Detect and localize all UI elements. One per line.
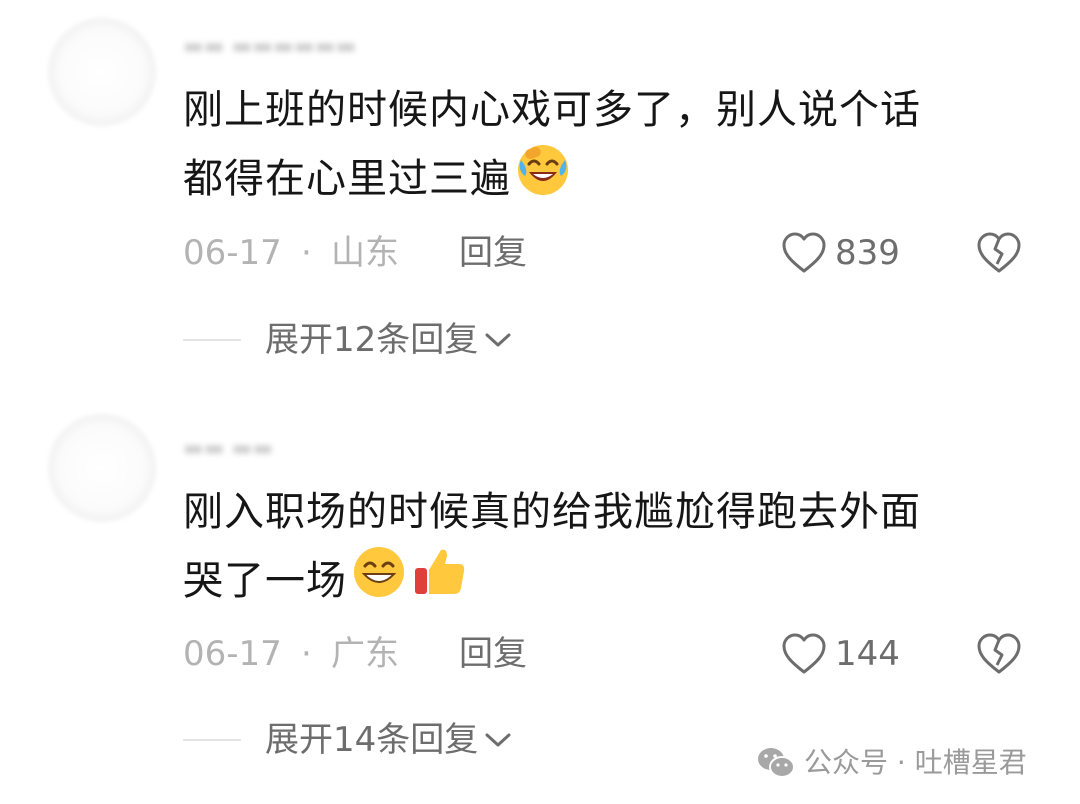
expand-replies-label: 展开14条回复 [265,720,479,760]
username-blurred[interactable]: ▬▬ ▬▬▬▬▬▬ [183,34,433,58]
like-count: 839 [835,233,900,273]
comment-text-line2: 都得在心里过三遍 [183,142,1013,217]
thumbs-up-emoji [411,544,467,619]
comment-text-line1: 刚上班的时候内心戏可多了，别人说个话 [183,87,921,133]
comment-text-line1: 刚入职场的时候真的给我尴尬得跑去外面 [183,489,921,535]
watermark: 公众号 · 吐槽星君 [756,741,1076,785]
wechat-icon [756,745,796,788]
expand-replies-button[interactable]: 展开12条回复 [265,318,512,362]
username-blurred[interactable]: ▬▬ ▬▬ [183,436,433,460]
heart-icon [781,632,827,685]
reply-button[interactable]: 回复 [459,231,527,275]
reply-button[interactable]: 回复 [459,632,527,676]
comment-text: 刚上班的时候内心戏可多了，别人说个话 都得在心里过三遍 [183,78,1013,217]
expand-replies-label: 展开12条回复 [265,320,479,360]
expand-replies-row: 展开14条回复 [183,718,603,762]
meta-separator: · [301,233,312,273]
broken-heart-icon[interactable] [976,231,1022,284]
expand-replies-row: 展开12条回复 [183,318,603,362]
comment-location: 广东 [331,634,399,674]
chevron-down-icon [485,333,511,347]
comment-meta: 06-17 · 山东 回复 839 [183,231,1033,275]
broken-heart-icon[interactable] [976,632,1022,685]
laughing-tears-emoji [515,142,571,217]
watermark-text: 公众号 · 吐槽星君 [804,746,1027,779]
comment-text-line2-text: 哭了一场 [183,558,347,604]
expand-replies-button[interactable]: 展开14条回复 [265,718,512,762]
like-count: 144 [835,634,900,674]
avatar[interactable] [48,414,156,522]
grin-sweat-emoji [351,544,407,619]
avatar[interactable] [48,18,156,126]
comment-text-line2-text: 都得在心里过三遍 [183,156,511,202]
comment-text: 刚入职场的时候真的给我尴尬得跑去外面 哭了一场 [183,480,1013,619]
divider-line [183,339,241,341]
divider-line [183,739,241,741]
comment-text-line2: 哭了一场 [183,544,1013,619]
chevron-down-icon [485,733,511,747]
like-button[interactable]: 839 [781,231,921,275]
heart-icon [781,231,827,284]
comment-location: 山东 [331,233,399,273]
comment-meta: 06-17 · 广东 回复 144 [183,632,1033,676]
comment-date: 06-17 [183,233,282,273]
comment-date: 06-17 [183,634,282,674]
meta-separator: · [301,634,312,674]
like-button[interactable]: 144 [781,632,921,676]
